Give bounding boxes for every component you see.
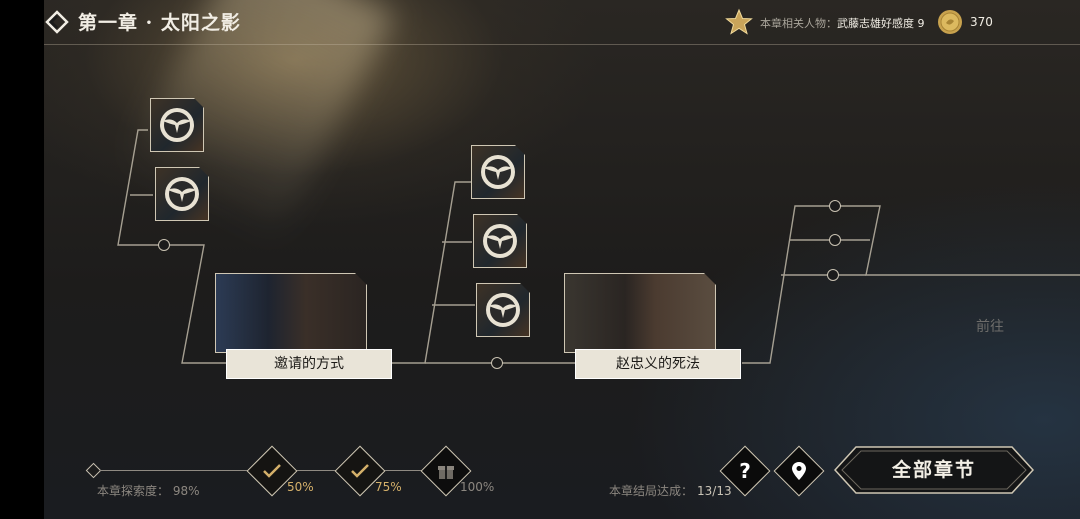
explore-label: 本章探索度： 98% xyxy=(97,484,200,498)
branch-node xyxy=(829,234,841,246)
checkmark-icon xyxy=(263,464,281,478)
related-characters-label: 本章相关人物： xyxy=(760,17,837,30)
branch-node xyxy=(158,239,170,251)
clue-thumbnail[interactable] xyxy=(150,98,204,152)
eagle-emblem-icon xyxy=(162,174,202,214)
explore-value: 98% xyxy=(172,484,200,498)
branch-lines xyxy=(117,129,1080,364)
eagle-emblem-icon xyxy=(483,290,523,330)
back-icon[interactable] xyxy=(44,9,70,35)
eagle-emblem-icon xyxy=(480,221,520,261)
question-icon: ? xyxy=(739,459,751,483)
scene-label: 邀请的方式 xyxy=(226,349,392,379)
clue-thumbnail[interactable] xyxy=(155,167,209,221)
clue-thumbnail[interactable] xyxy=(471,145,525,199)
scene-label: 赵忠义的死法 xyxy=(575,349,741,379)
milestone-75-label: 75% xyxy=(375,480,402,494)
all-chapters-button[interactable]: 全部章节 xyxy=(834,446,1034,494)
branch-node xyxy=(491,357,503,369)
scene-image xyxy=(215,273,367,353)
milestone-100-label: 100% xyxy=(460,480,495,494)
eagle-emblem-icon xyxy=(157,105,197,145)
clue-thumbnail[interactable] xyxy=(473,214,527,268)
map-pin-icon xyxy=(792,462,806,480)
milestone-50-label: 50% xyxy=(287,480,314,494)
scene-card-invitation[interactable]: 邀请的方式 xyxy=(215,273,395,381)
goto-text: 前往 xyxy=(976,319,1004,335)
all-chapters-label: 全部章节 xyxy=(891,459,976,481)
clue-thumbnail[interactable] xyxy=(476,283,530,337)
checkmark-icon xyxy=(351,464,369,478)
coin-count: 370 xyxy=(970,15,993,29)
gift-icon xyxy=(438,466,454,479)
chapter-title: 第一章 · 太阳之影 xyxy=(78,12,241,34)
star-icon xyxy=(725,8,753,35)
eagle-emblem-icon xyxy=(478,152,518,192)
branch-node xyxy=(829,200,841,212)
ending-value: 13/13 xyxy=(697,484,732,498)
scene-image xyxy=(564,273,716,353)
branch-node xyxy=(827,269,839,281)
coin-icon xyxy=(938,10,962,34)
related-characters-value: 武藤志雄好感度 9 xyxy=(837,17,925,30)
ending-label: 本章结局达成： xyxy=(609,484,694,498)
scene-card-death[interactable]: 赵忠义的死法 xyxy=(564,273,744,381)
